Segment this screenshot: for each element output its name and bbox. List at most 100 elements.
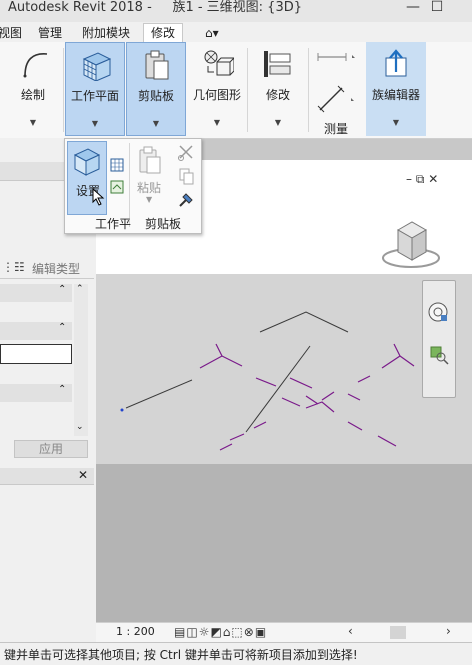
geometry-icon bbox=[204, 50, 234, 76]
tab-addins[interactable]: 附加模块 bbox=[82, 24, 130, 42]
ref-plane-viewer-icon[interactable] bbox=[109, 179, 125, 195]
tab-manage[interactable]: 管理 bbox=[38, 24, 62, 42]
temporary-hide-icon[interactable]: ⊗ bbox=[244, 625, 255, 639]
work-plane-button[interactable]: 工作平面 ▼ bbox=[65, 42, 125, 136]
family-editor-label: 族编辑器 bbox=[371, 88, 420, 102]
scroll-right-icon[interactable]: › bbox=[446, 624, 451, 638]
shadows-icon[interactable]: ◩ bbox=[210, 625, 222, 639]
window-title: Autodesk Revit 2018 - 族1 - 三维视图: {3D} bbox=[8, 0, 302, 15]
measure-group: 测量 bbox=[310, 42, 362, 136]
show-work-plane-icon[interactable] bbox=[109, 157, 125, 173]
chevron-down-icon: ▼ bbox=[392, 118, 400, 127]
view-control-bar: 1 : 200 ▤◫☼◩⌂⬚⊗▣ ‹ › bbox=[96, 622, 472, 643]
chevron-down-icon: ▼ bbox=[213, 118, 221, 127]
minimize-view-icon[interactable]: – bbox=[406, 172, 412, 186]
scroll-left-icon[interactable]: ‹ bbox=[348, 624, 353, 638]
family-editor-button[interactable]: 族编辑器 ▼ bbox=[366, 42, 426, 136]
chevron-down-icon: ▼ bbox=[152, 119, 160, 128]
reference-plane[interactable] bbox=[347, 375, 371, 401]
work-plane-grid-icon bbox=[82, 52, 112, 81]
edit-type-button[interactable]: 编辑类型 bbox=[32, 260, 80, 277]
chevron-down-icon: ▼ bbox=[29, 118, 37, 127]
clipboard-caption: 剪贴板 bbox=[145, 217, 182, 231]
tab-contextual-dropdown[interactable]: ⌂▾ bbox=[205, 24, 219, 42]
model-line[interactable] bbox=[245, 345, 311, 433]
collapse-icon: ⌃ bbox=[58, 284, 67, 295]
restore-view-icon[interactable]: ⧉ bbox=[416, 172, 425, 186]
constraints-header[interactable]: ⌃ bbox=[0, 284, 72, 302]
view-scale[interactable]: 1 : 200 bbox=[116, 625, 155, 638]
project-browser-header: ✕ bbox=[0, 468, 94, 485]
detail-level-icon[interactable]: ▤ bbox=[174, 625, 186, 639]
model-line[interactable] bbox=[125, 379, 193, 409]
work-plane-label: 工作平面 bbox=[70, 89, 119, 103]
minimize-button[interactable]: — bbox=[402, 0, 424, 18]
type-selector-row: ⋮ ☷ 编辑类型 bbox=[0, 258, 94, 279]
match-properties-icon[interactable] bbox=[177, 191, 195, 209]
scroll-up-icon[interactable]: ⌃ bbox=[76, 284, 84, 294]
chevron-down-icon: ▼ bbox=[146, 195, 153, 204]
reference-point bbox=[120, 408, 124, 412]
close-view-icon[interactable]: ✕ bbox=[428, 172, 438, 186]
apply-button[interactable]: 应用 bbox=[14, 440, 88, 458]
status-bar: 键并单击可选择其他项目; 按 Ctrl 键并单击可将新项目添加到选择! bbox=[0, 642, 472, 665]
sun-path-icon[interactable]: ☼ bbox=[199, 625, 211, 639]
model-geometry bbox=[120, 311, 415, 451]
crop-view-icon[interactable]: ⬚ bbox=[231, 625, 243, 639]
draw-label: 绘制 bbox=[20, 88, 45, 102]
load-into-project-icon bbox=[385, 49, 407, 77]
reference-plane[interactable] bbox=[255, 377, 313, 407]
viewcube-icon[interactable] bbox=[378, 214, 442, 274]
work-plane-caption: 工作平 bbox=[95, 217, 132, 231]
chevron-icon: ⋮ bbox=[2, 260, 14, 274]
steering-wheel-icon[interactable] bbox=[427, 301, 451, 323]
paste-icon bbox=[139, 146, 161, 174]
modify-icon bbox=[264, 51, 291, 77]
drawing-viewport[interactable]: – ⧉ ✕ bbox=[96, 172, 472, 622]
geometry-label: 几何图形 bbox=[192, 88, 241, 102]
view-control-icons: ▤◫☼◩⌂⬚⊗▣ bbox=[174, 625, 267, 639]
scroll-down-icon[interactable]: ⌄ bbox=[76, 422, 84, 432]
zoom-icon[interactable] bbox=[429, 345, 449, 365]
copy-icon[interactable] bbox=[177, 167, 195, 185]
status-message: 键并单击可选择其他项目; 按 Ctrl 键并单击可将新项目添加到选择! bbox=[4, 648, 358, 662]
reference-plane[interactable] bbox=[347, 421, 397, 447]
reference-plane[interactable] bbox=[219, 421, 267, 451]
chevron-down-icon: ▼ bbox=[274, 118, 282, 127]
reference-plane[interactable] bbox=[199, 343, 243, 369]
navigation-bar[interactable] bbox=[422, 280, 456, 398]
collapse-icon: ⌃ bbox=[58, 384, 67, 395]
property-value-field[interactable] bbox=[0, 344, 72, 364]
ribbon-dropdown-panel: 设置 粘贴 ▼ 工作平 剪贴板 bbox=[64, 138, 202, 234]
set-work-plane-button[interactable]: 设置 bbox=[67, 141, 107, 215]
measure-line-icon[interactable] bbox=[316, 84, 356, 114]
close-icon[interactable]: ✕ bbox=[78, 468, 88, 482]
collapse-icon: ⌃ bbox=[58, 322, 67, 333]
reference-plane[interactable] bbox=[305, 391, 335, 413]
section-header[interactable]: ⌃ bbox=[0, 322, 72, 340]
geometry-button[interactable]: 几何图形 ▼ bbox=[188, 42, 246, 136]
ribbon-tab-bar: 视图 管理 附加模块 修改 ⌂▾ bbox=[0, 22, 472, 42]
reference-plane[interactable] bbox=[381, 343, 415, 369]
section-header[interactable]: ⌃ bbox=[0, 384, 72, 402]
horizontal-scroll-thumb[interactable] bbox=[390, 626, 406, 639]
chevron-down-icon: ▼ bbox=[91, 119, 99, 128]
reveal-hidden-icon[interactable]: ▣ bbox=[255, 625, 267, 639]
work-plane-grid-icon bbox=[73, 148, 101, 176]
visual-style-icon[interactable]: ◫ bbox=[186, 625, 198, 639]
ribbon-panel: 绘制 ▼ 工作平面 ▼ 剪贴板 ▼ 几何图形 ▼ 修改 ▼ 测量 族编辑器 ▼ bbox=[0, 42, 472, 139]
tab-modify[interactable]: 修改 bbox=[143, 23, 184, 42]
draw-button[interactable]: 绘制 ▼ bbox=[4, 42, 62, 136]
modify-button[interactable]: 修改 ▼ bbox=[249, 42, 307, 136]
paste-button[interactable]: 粘贴 bbox=[137, 179, 161, 196]
clipboard-label: 剪贴板 bbox=[137, 89, 174, 103]
cut-icon[interactable] bbox=[177, 143, 195, 161]
tab-view[interactable]: 视图 bbox=[0, 24, 22, 42]
title-bar: Autodesk Revit 2018 - 族1 - 三维视图: {3D} — … bbox=[0, 0, 472, 23]
clipboard-button[interactable]: 剪贴板 ▼ bbox=[126, 42, 186, 136]
roof-outline bbox=[259, 311, 349, 333]
aligned-dimension-icon[interactable] bbox=[316, 52, 356, 62]
restore-button[interactable]: ☐ bbox=[426, 0, 448, 18]
modify-label: 修改 bbox=[265, 88, 290, 102]
properties-scrollbar[interactable]: ⌃ ⌄ bbox=[74, 284, 88, 436]
